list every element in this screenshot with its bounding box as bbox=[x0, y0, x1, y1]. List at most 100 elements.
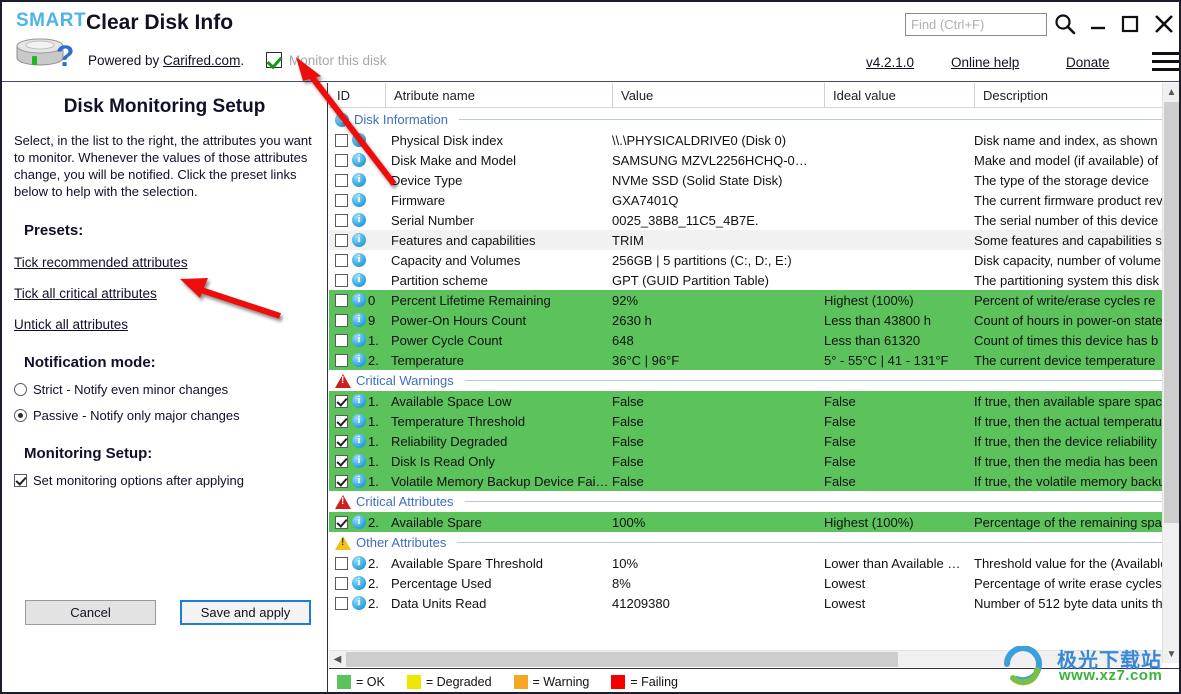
radio-passive-indicator[interactable] bbox=[14, 409, 27, 422]
monitor-this-disk-checkbox[interactable] bbox=[266, 52, 282, 68]
column-header-value[interactable]: Value bbox=[612, 83, 824, 108]
row-info-cell[interactable]: i bbox=[351, 451, 367, 471]
row-info-cell[interactable]: i bbox=[351, 170, 367, 190]
info-icon[interactable]: i bbox=[352, 153, 366, 167]
row-info-cell[interactable]: i bbox=[351, 553, 367, 573]
row-checkbox[interactable] bbox=[335, 174, 348, 187]
row-info-cell[interactable]: i bbox=[351, 230, 367, 250]
row-checkbox-cell[interactable] bbox=[333, 210, 349, 230]
row-checkbox[interactable] bbox=[335, 354, 348, 367]
row-checkbox-cell[interactable] bbox=[333, 553, 349, 573]
table-row[interactable]: i2.Data Units Read41209380LowestNumber o… bbox=[329, 593, 1162, 613]
table-row[interactable]: i9Power-On Hours Count2630 hLess than 43… bbox=[329, 310, 1162, 330]
row-checkbox-cell[interactable] bbox=[333, 290, 349, 310]
row-checkbox-cell[interactable] bbox=[333, 573, 349, 593]
row-checkbox[interactable] bbox=[335, 557, 348, 570]
row-checkbox[interactable] bbox=[335, 154, 348, 167]
info-icon[interactable]: i bbox=[352, 414, 366, 428]
horizontal-scrollbar[interactable]: ◀ bbox=[329, 650, 1162, 667]
maximize-icon[interactable] bbox=[1114, 8, 1146, 40]
table-row[interactable]: i1.Power Cycle Count648Less than 61320Co… bbox=[329, 330, 1162, 350]
radio-strict-indicator[interactable] bbox=[14, 383, 27, 396]
row-checkbox-cell[interactable] bbox=[333, 512, 349, 532]
row-checkbox-cell[interactable] bbox=[333, 431, 349, 451]
info-icon[interactable]: i bbox=[352, 353, 366, 367]
row-checkbox[interactable] bbox=[335, 395, 348, 408]
close-icon[interactable] bbox=[1148, 8, 1180, 40]
row-checkbox[interactable] bbox=[335, 214, 348, 227]
column-header-attribute-name[interactable]: Atribute name bbox=[385, 83, 612, 108]
row-checkbox[interactable] bbox=[335, 415, 348, 428]
row-info-cell[interactable]: i bbox=[351, 310, 367, 330]
row-info-cell[interactable]: i bbox=[351, 190, 367, 210]
column-header-id[interactable]: ID bbox=[329, 83, 385, 108]
menu-icon[interactable] bbox=[1152, 52, 1180, 72]
info-icon[interactable]: i bbox=[352, 596, 366, 610]
table-row[interactable]: i2.Percentage Used8%LowestPercentage of … bbox=[329, 573, 1162, 593]
row-checkbox[interactable] bbox=[335, 435, 348, 448]
info-icon[interactable]: i bbox=[352, 173, 366, 187]
scroll-up-icon[interactable]: ▲ bbox=[1163, 83, 1180, 101]
row-checkbox[interactable] bbox=[335, 314, 348, 327]
info-icon[interactable]: i bbox=[352, 556, 366, 570]
info-icon[interactable]: i bbox=[352, 253, 366, 267]
row-info-cell[interactable]: i bbox=[351, 150, 367, 170]
search-input[interactable] bbox=[905, 13, 1047, 36]
info-icon[interactable]: i bbox=[352, 576, 366, 590]
version-link[interactable]: v4.2.1.0 bbox=[866, 55, 914, 70]
radio-passive[interactable]: Passive - Notify only major changes bbox=[14, 408, 327, 423]
save-and-apply-button[interactable]: Save and apply bbox=[180, 600, 311, 625]
row-checkbox[interactable] bbox=[335, 597, 348, 610]
row-checkbox-cell[interactable] bbox=[333, 270, 349, 290]
row-checkbox-cell[interactable] bbox=[333, 310, 349, 330]
row-info-cell[interactable]: i bbox=[351, 391, 367, 411]
donate-link[interactable]: Donate bbox=[1066, 55, 1110, 70]
info-icon[interactable]: i bbox=[352, 434, 366, 448]
row-checkbox-cell[interactable] bbox=[333, 451, 349, 471]
cancel-button[interactable]: Cancel bbox=[25, 600, 156, 625]
row-checkbox[interactable] bbox=[335, 516, 348, 529]
row-info-cell[interactable]: i bbox=[351, 330, 367, 350]
row-checkbox[interactable] bbox=[335, 334, 348, 347]
info-icon[interactable]: i bbox=[352, 515, 366, 529]
row-checkbox[interactable] bbox=[335, 455, 348, 468]
row-checkbox-cell[interactable] bbox=[333, 471, 349, 491]
preset-untick-all[interactable]: Untick all attributes bbox=[14, 317, 128, 332]
row-checkbox-cell[interactable] bbox=[333, 190, 349, 210]
radio-strict[interactable]: Strict - Notify even minor changes bbox=[14, 382, 327, 397]
row-checkbox-cell[interactable] bbox=[333, 250, 349, 270]
horizontal-scrollbar-thumb[interactable] bbox=[346, 652, 898, 667]
table-row[interactable]: i1.Available Space LowFalseFalseIf true,… bbox=[329, 391, 1162, 411]
table-row[interactable]: i1.Reliability DegradedFalseFalseIf true… bbox=[329, 431, 1162, 451]
info-icon[interactable]: i bbox=[352, 133, 366, 147]
search-icon[interactable] bbox=[1049, 8, 1081, 40]
row-checkbox-cell[interactable] bbox=[333, 330, 349, 350]
table-row[interactable]: iDisk Make and ModelSAMSUNG MZVL2256HCHQ… bbox=[329, 150, 1162, 170]
info-icon[interactable]: i bbox=[352, 233, 366, 247]
vertical-scrollbar-thumb[interactable] bbox=[1164, 102, 1179, 523]
row-checkbox-cell[interactable] bbox=[333, 230, 349, 250]
row-checkbox-cell[interactable] bbox=[333, 350, 349, 370]
table-row[interactable]: iPhysical Disk index\\.\PHYSICALDRIVE0 (… bbox=[329, 130, 1162, 150]
table-row[interactable]: iFeatures and capabilitiesTRIMSome featu… bbox=[329, 230, 1162, 250]
table-row[interactable]: i1.Volatile Memory Backup Device Fai…Fal… bbox=[329, 471, 1162, 491]
column-header-ideal-value[interactable]: Ideal value bbox=[824, 83, 974, 108]
table-row[interactable]: iDevice TypeNVMe SSD (Solid State Disk)T… bbox=[329, 170, 1162, 190]
row-info-cell[interactable]: i bbox=[351, 431, 367, 451]
row-info-cell[interactable]: i bbox=[351, 512, 367, 532]
info-icon[interactable]: i bbox=[352, 213, 366, 227]
info-icon[interactable]: i bbox=[352, 474, 366, 488]
row-info-cell[interactable]: i bbox=[351, 471, 367, 491]
scroll-down-icon[interactable]: ▼ bbox=[1163, 645, 1180, 663]
table-row[interactable]: i0Percent Lifetime Remaining92%Highest (… bbox=[329, 290, 1162, 310]
row-checkbox[interactable] bbox=[335, 134, 348, 147]
row-checkbox[interactable] bbox=[335, 294, 348, 307]
vertical-scrollbar[interactable]: ▲ ▼ bbox=[1162, 83, 1179, 663]
row-checkbox-cell[interactable] bbox=[333, 130, 349, 150]
row-checkbox-cell[interactable] bbox=[333, 593, 349, 613]
preset-tick-all-critical[interactable]: Tick all critical attributes bbox=[14, 286, 157, 301]
row-checkbox-cell[interactable] bbox=[333, 150, 349, 170]
info-icon[interactable]: i bbox=[352, 193, 366, 207]
row-info-cell[interactable]: i bbox=[351, 350, 367, 370]
set-monitoring-options-checkbox[interactable] bbox=[14, 474, 27, 487]
